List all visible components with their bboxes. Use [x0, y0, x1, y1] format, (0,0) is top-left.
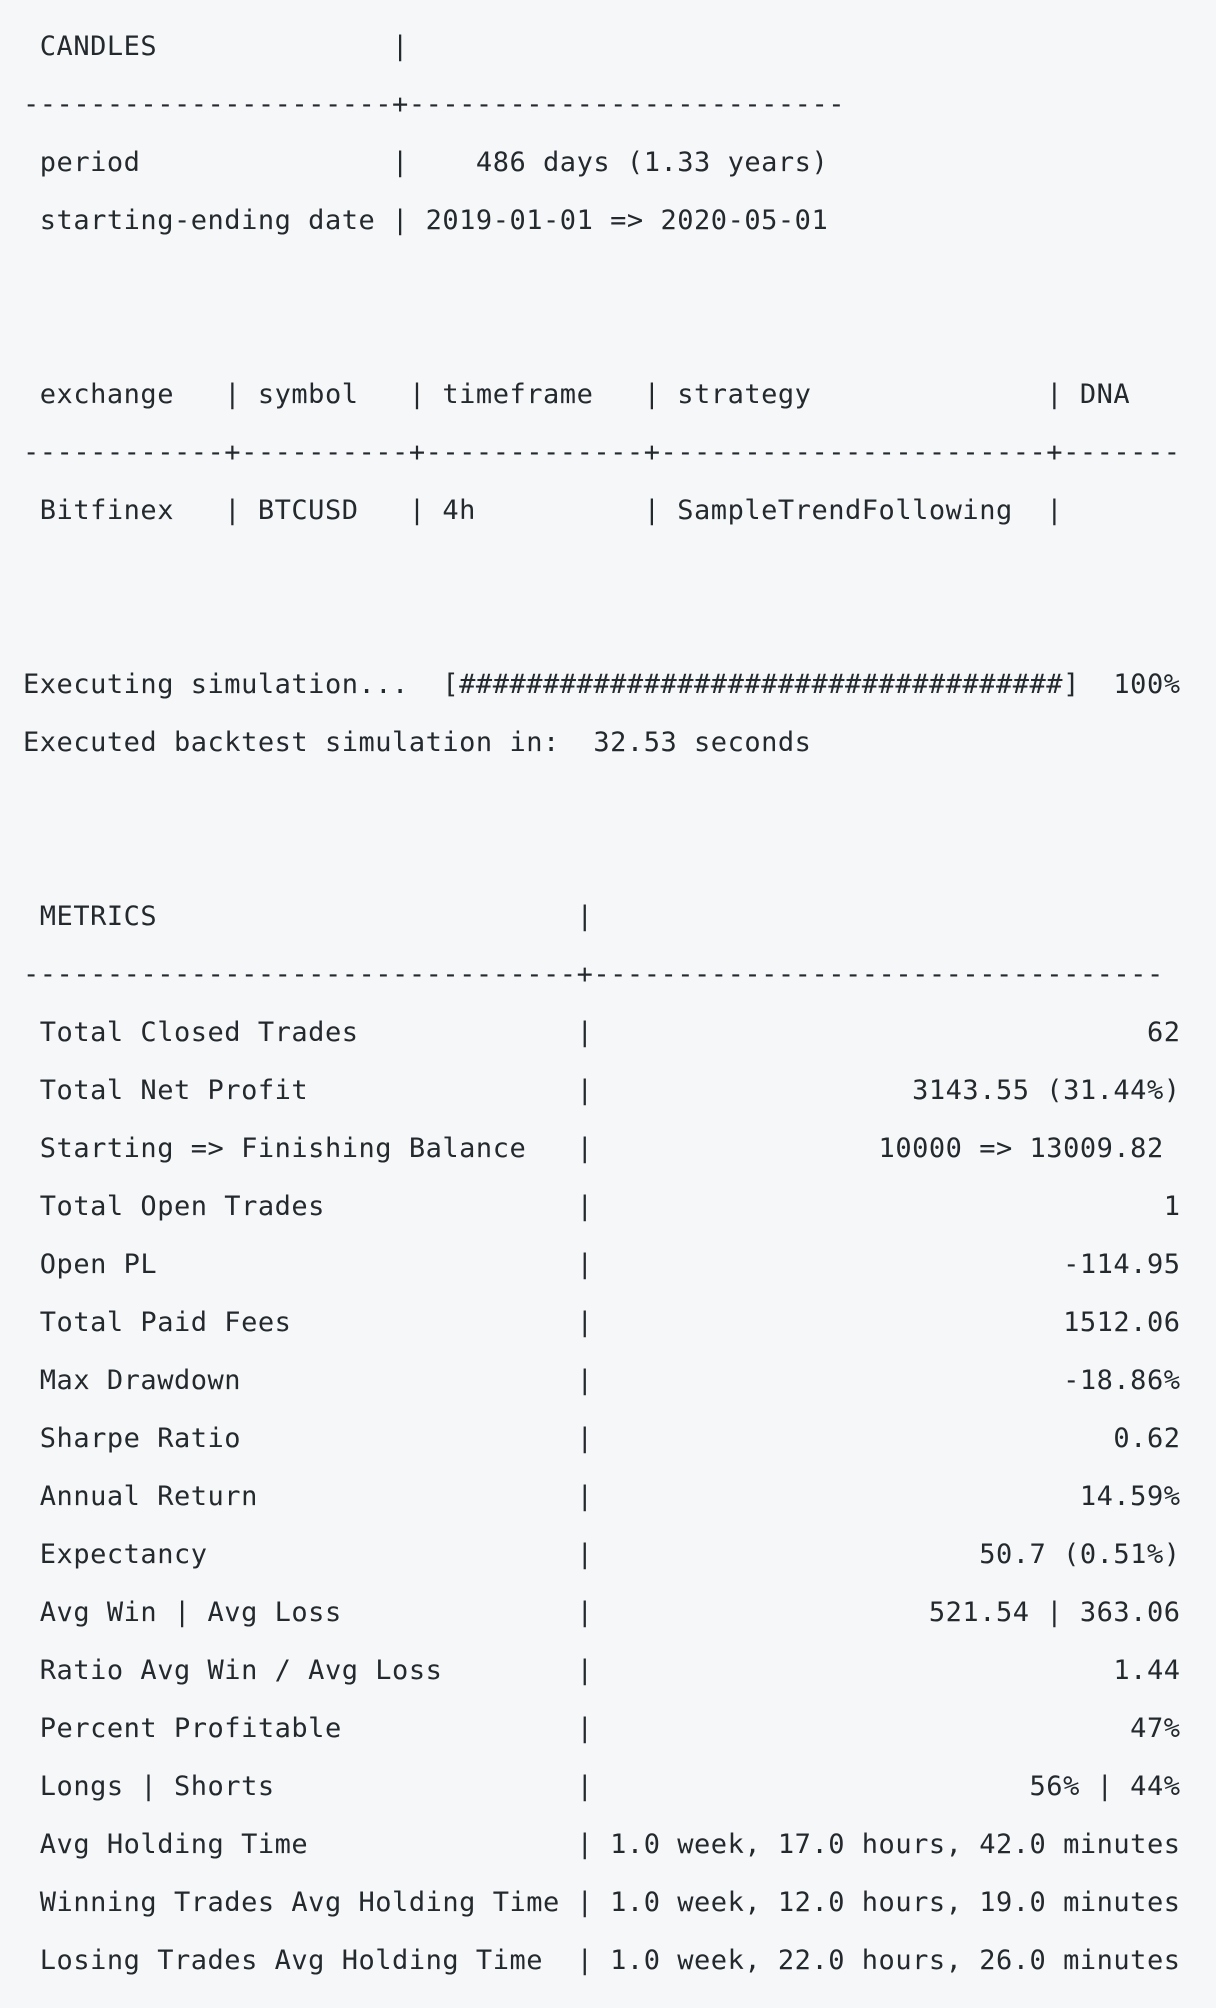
metrics-row-ratio-win-loss: Ratio Avg Win / Avg Loss | 1.44 [23, 1655, 1181, 1686]
metrics-row-expectancy: Expectancy | 50.7 (0.51%) [23, 1539, 1181, 1570]
terminal-output: CANDLES | ----------------------+-------… [0, 0, 1216, 2008]
routes-table-separator: ------------+----------+-------------+--… [23, 437, 1181, 468]
metrics-table-separator: ---------------------------------+------… [23, 959, 1164, 990]
candles-row-dates: starting-ending date | 2019-01-01 => 202… [23, 205, 829, 236]
metrics-row-open-pl: Open PL | -114.95 [23, 1249, 1181, 1280]
metrics-row-annual-return: Annual Return | 14.59% [23, 1481, 1181, 1512]
simulation-progress-line: Executing simulation... [###############… [23, 669, 1181, 700]
metrics-row-total-paid-fees: Total Paid Fees | 1512.06 [23, 1307, 1181, 1338]
metrics-row-total-open-trades: Total Open Trades | 1 [23, 1191, 1181, 1222]
simulation-duration-line: Executed backtest simulation in: 32.53 s… [23, 727, 812, 758]
metrics-row-percent-profitable: Percent Profitable | 47% [23, 1713, 1181, 1744]
candles-row-period: period | 486 days (1.33 years) [23, 147, 829, 178]
metrics-row-max-drawdown: Max Drawdown | -18.86% [23, 1365, 1181, 1396]
metrics-row-longs-shorts: Longs | Shorts | 56% | 44% [23, 1771, 1181, 1802]
routes-row-bitfinex: Bitfinex | BTCUSD | 4h | SampleTrendFoll… [23, 495, 1064, 526]
routes-table-header: exchange | symbol | timeframe | strategy… [23, 379, 1131, 410]
metrics-row-sharpe-ratio: Sharpe Ratio | 0.62 [23, 1423, 1181, 1454]
metrics-table-header: METRICS | [23, 901, 594, 932]
metrics-row-total-net-profit: Total Net Profit | 3143.55 (31.44%) [23, 1075, 1181, 1106]
metrics-row-balance: Starting => Finishing Balance | 10000 =>… [23, 1133, 1164, 1164]
metrics-row-avg-holding-time: Avg Holding Time | 1.0 week, 17.0 hours,… [23, 1829, 1181, 1860]
metrics-row-winning-holding-time: Winning Trades Avg Holding Time | 1.0 we… [23, 1887, 1181, 1918]
candles-table-separator: ----------------------+-----------------… [23, 89, 845, 120]
candles-table-header: CANDLES | [23, 31, 409, 62]
metrics-row-losing-holding-time: Losing Trades Avg Holding Time | 1.0 wee… [23, 1945, 1181, 1976]
metrics-row-avg-win-loss: Avg Win | Avg Loss | 521.54 | 363.06 [23, 1597, 1181, 1628]
metrics-row-total-closed-trades: Total Closed Trades | 62 [23, 1017, 1181, 1048]
